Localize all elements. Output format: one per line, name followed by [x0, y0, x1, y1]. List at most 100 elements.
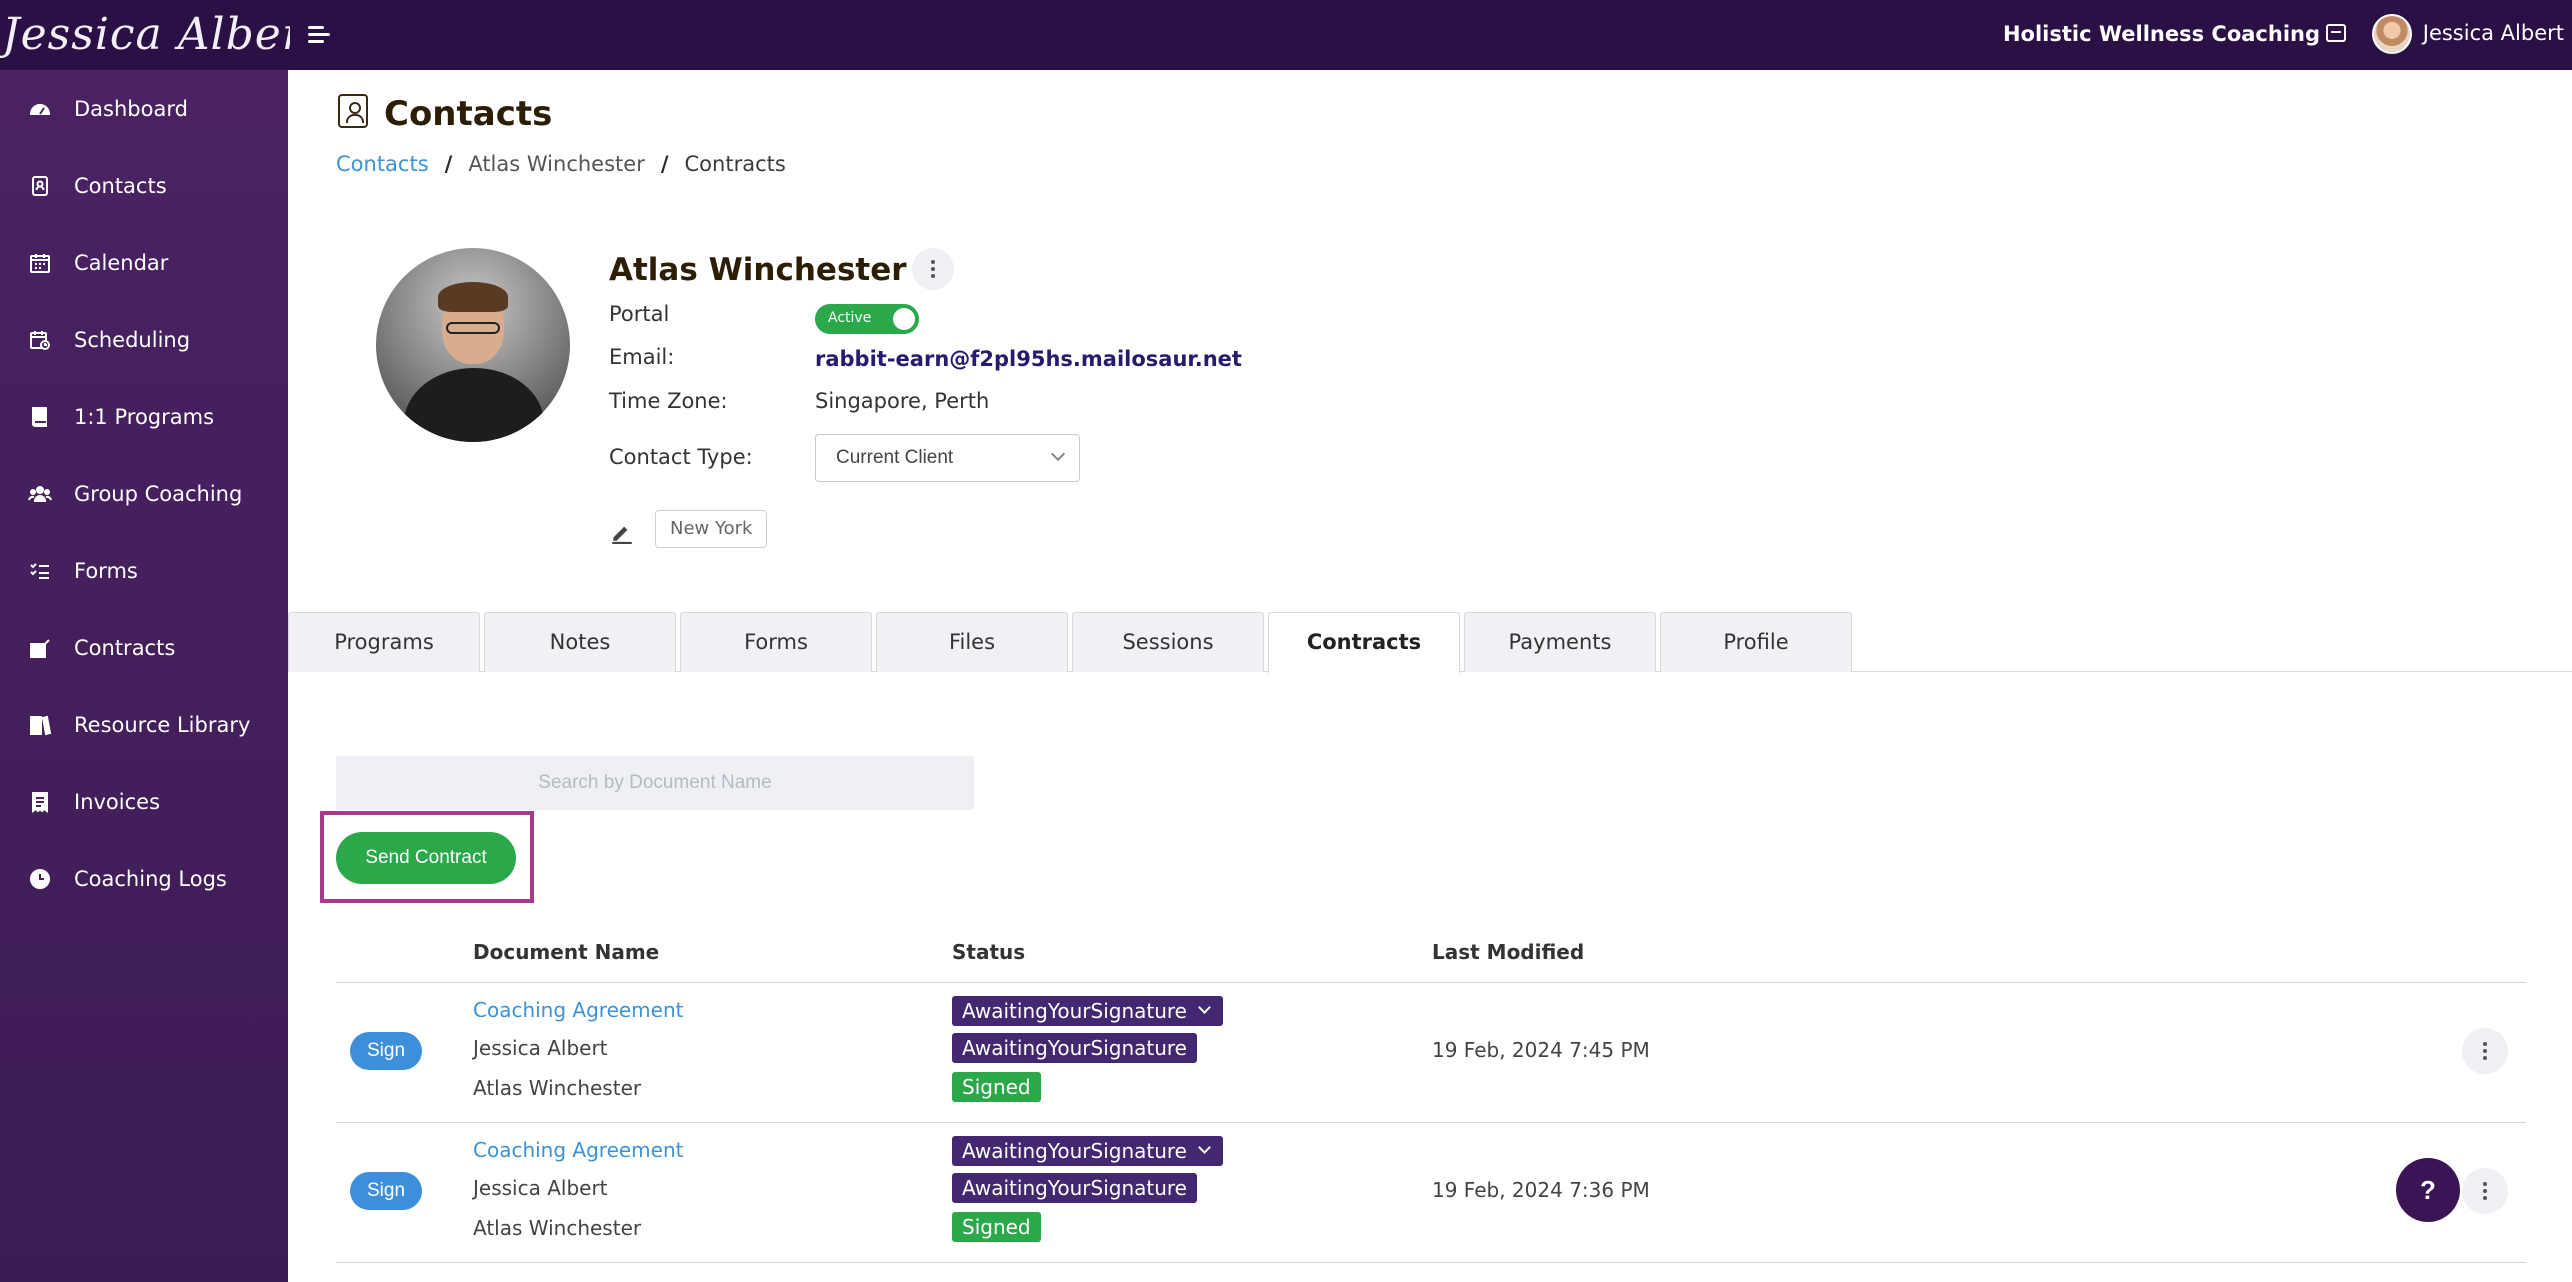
- breadcrumb-separator: /: [444, 152, 453, 176]
- breadcrumb-separator: /: [660, 152, 669, 176]
- status-dropdown[interactable]: AwaitingYourSignature: [952, 1136, 1223, 1166]
- contacts-icon: [26, 172, 54, 200]
- sidebar-item-group-coaching[interactable]: Group Coaching: [0, 464, 288, 524]
- clock-icon: [26, 865, 54, 893]
- top-bar: Jessica Albert Holistic Wellness Coachin…: [0, 0, 2572, 70]
- column-header-status: Status: [952, 940, 1026, 964]
- portal-status: Active: [828, 310, 872, 326]
- group-icon: [26, 480, 54, 508]
- library-icon: [26, 711, 54, 739]
- timezone-label: Time Zone:: [609, 389, 728, 413]
- contact-type-select[interactable]: Current Client: [815, 434, 1080, 482]
- signer-name: Atlas Winchester: [473, 1216, 642, 1240]
- tab-payments[interactable]: Payments: [1464, 612, 1656, 672]
- tab-contracts[interactable]: Contracts: [1268, 612, 1460, 673]
- divider: [336, 982, 2526, 983]
- contract-icon: [26, 634, 54, 662]
- email-label: Email:: [609, 345, 675, 369]
- sidebar-item-label: Contacts: [74, 174, 167, 198]
- status-dropdown[interactable]: AwaitingYourSignature: [952, 996, 1223, 1026]
- signer-name: Jessica Albert: [473, 1036, 608, 1060]
- sidebar-item-contracts[interactable]: Contracts: [0, 618, 288, 678]
- tab-sessions[interactable]: Sessions: [1072, 612, 1264, 672]
- document-link[interactable]: Coaching Agreement: [473, 1138, 684, 1162]
- checklist-icon: [26, 557, 54, 585]
- breadcrumb-contact-name[interactable]: Atlas Winchester: [468, 152, 645, 176]
- user-avatar[interactable]: [2372, 14, 2412, 54]
- sidebar-item-calendar[interactable]: Calendar: [0, 233, 288, 293]
- briefcase-icon[interactable]: [2326, 24, 2346, 42]
- sidebar-item-label: Scheduling: [74, 328, 191, 352]
- sidebar-item-label: Forms: [74, 559, 138, 583]
- contact-type-value: Current Client: [836, 447, 954, 468]
- sidebar-item-label: Contracts: [74, 636, 176, 660]
- column-header-last-modified: Last Modified: [1432, 940, 1585, 964]
- contact-name: Atlas Winchester: [609, 252, 907, 288]
- contact-type-label: Contact Type:: [609, 445, 753, 469]
- menu-toggle-icon[interactable]: [308, 22, 338, 48]
- breadcrumb-current: Contracts: [684, 152, 786, 176]
- search-input[interactable]: [336, 756, 974, 810]
- pencil-icon[interactable]: [609, 518, 635, 544]
- invoice-icon: [26, 788, 54, 816]
- contact-tabs: Programs Notes Forms Files Sessions Cont…: [288, 612, 2572, 673]
- page-title: Contacts: [384, 94, 553, 134]
- timezone-value: Singapore, Perth: [815, 389, 990, 413]
- chevron-down-icon: [1198, 1141, 1211, 1154]
- email-value[interactable]: rabbit-earn@f2pl95hs.mailosaur.net: [815, 347, 1242, 371]
- sidebar-item-resource-library[interactable]: Resource Library: [0, 695, 288, 755]
- sidebar-item-1-1-programs[interactable]: 1:1 Programs: [0, 387, 288, 447]
- breadcrumb-contacts[interactable]: Contacts: [336, 152, 429, 176]
- tag-chip[interactable]: New York: [655, 510, 768, 548]
- divider: [336, 1262, 2526, 1263]
- breadcrumb: Contacts / Atlas Winchester / Contracts: [336, 152, 786, 176]
- signer-name: Jessica Albert: [473, 1176, 608, 1200]
- signer-name: Atlas Winchester: [473, 1076, 642, 1100]
- help-button[interactable]: ?: [2396, 1158, 2460, 1222]
- user-name[interactable]: Jessica Albert: [2423, 21, 2564, 45]
- sidebar-item-label: 1:1 Programs: [74, 405, 215, 429]
- row-more-options-icon[interactable]: [2462, 1028, 2508, 1074]
- contact-photo: [376, 248, 570, 442]
- sign-button[interactable]: Sign: [350, 1172, 422, 1210]
- sign-button[interactable]: Sign: [350, 1032, 422, 1070]
- contact-more-options-icon[interactable]: [912, 248, 954, 290]
- sidebar-item-forms[interactable]: Forms: [0, 541, 288, 601]
- tab-profile[interactable]: Profile: [1660, 612, 1852, 672]
- scheduling-icon: [26, 326, 54, 354]
- sidebar: Dashboard Contacts Calendar Scheduling 1…: [0, 70, 288, 1282]
- tab-forms[interactable]: Forms: [680, 612, 872, 672]
- sidebar-item-label: Calendar: [74, 251, 169, 275]
- column-header-document-name: Document Name: [473, 940, 660, 964]
- status-text: AwaitingYourSignature: [962, 999, 1187, 1023]
- status-text: AwaitingYourSignature: [962, 1139, 1187, 1163]
- sidebar-item-label: Group Coaching: [74, 482, 243, 506]
- organization-name[interactable]: Holistic Wellness Coaching: [2003, 22, 2320, 46]
- status-badge: Signed: [952, 1212, 1041, 1242]
- calendar-icon: [26, 249, 54, 277]
- sidebar-item-label: Invoices: [74, 790, 161, 814]
- tab-programs[interactable]: Programs: [288, 612, 480, 672]
- contacts-icon: [338, 94, 368, 128]
- chevron-down-icon: [1198, 1001, 1211, 1014]
- tab-files[interactable]: Files: [876, 612, 1068, 672]
- tab-notes[interactable]: Notes: [484, 612, 676, 672]
- brand-logo[interactable]: Jessica Albert: [0, 0, 290, 70]
- sidebar-item-coaching-logs[interactable]: Coaching Logs: [0, 849, 288, 909]
- sidebar-item-contacts[interactable]: Contacts: [0, 156, 288, 216]
- sidebar-item-scheduling[interactable]: Scheduling: [0, 310, 288, 370]
- dashboard-icon: [26, 95, 54, 123]
- row-more-options-icon[interactable]: [2462, 1168, 2508, 1214]
- status-badge: Signed: [952, 1072, 1041, 1102]
- sidebar-item-dashboard[interactable]: Dashboard: [0, 79, 288, 139]
- portal-label: Portal: [609, 302, 670, 326]
- sidebar-item-label: Dashboard: [74, 97, 188, 121]
- status-badge: AwaitingYourSignature: [952, 1173, 1197, 1203]
- document-link[interactable]: Coaching Agreement: [473, 998, 684, 1022]
- book-icon: [26, 403, 54, 431]
- status-badge: AwaitingYourSignature: [952, 1033, 1197, 1063]
- send-contract-button[interactable]: Send Contract: [336, 832, 516, 884]
- sidebar-item-invoices[interactable]: Invoices: [0, 772, 288, 832]
- portal-toggle[interactable]: Active: [815, 304, 919, 334]
- sidebar-item-label: Resource Library: [74, 713, 251, 737]
